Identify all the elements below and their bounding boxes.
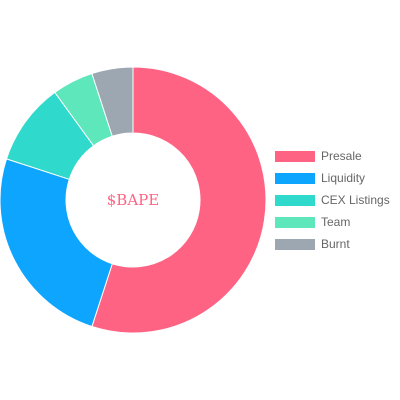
legend-item-liquidity[interactable]: Liquidity: [275, 167, 400, 189]
legend-swatch: [275, 238, 315, 250]
legend-item-burnt[interactable]: Burnt: [275, 233, 400, 255]
legend-label: Team: [321, 215, 351, 229]
center-label: $BAPE: [106, 191, 160, 209]
chart-area: $BAPE Presale Liquidity CEX Listings Team Bu…: [0, 0, 400, 400]
legend-label: CEX Listings: [321, 193, 390, 207]
legend-item-team[interactable]: Team: [275, 211, 400, 233]
legend-label: Burnt: [321, 237, 350, 251]
legend-swatch: [275, 172, 315, 184]
legend-swatch: [275, 194, 315, 206]
legend-item-presale[interactable]: Presale: [275, 145, 400, 167]
legend-swatch: [275, 216, 315, 228]
legend-label: Liquidity: [321, 171, 366, 185]
slice-liquidity[interactable]: [0, 158, 113, 328]
legend: Presale Liquidity CEX Listings Team Burnt: [275, 145, 400, 255]
legend-label: Presale: [321, 149, 362, 163]
legend-swatch: [275, 150, 315, 162]
legend-item-cex-listings[interactable]: CEX Listings: [275, 189, 400, 211]
